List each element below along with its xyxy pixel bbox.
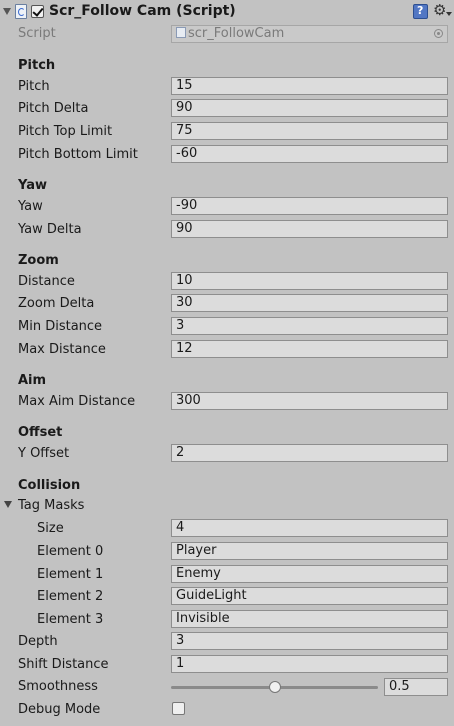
yaw-label: Yaw: [18, 199, 43, 214]
help-icon[interactable]: [413, 4, 428, 19]
component-header: Scr_Follow Cam (Script) ⚙: [0, 0, 454, 24]
zoom-delta-field[interactable]: 30: [171, 294, 448, 312]
max-aim-distance-label: Max Aim Distance: [18, 394, 136, 409]
script-field-value: scr_FollowCam: [188, 26, 285, 41]
element-3-field[interactable]: Invisible: [171, 610, 448, 628]
component-foldout-arrow[interactable]: [3, 8, 11, 15]
pitch-top-limit-label: Pitch Top Limit: [18, 124, 113, 139]
section-offset: Offset: [18, 425, 63, 440]
depth-field[interactable]: 3: [171, 632, 448, 650]
script-field[interactable]: scr_FollowCam: [171, 25, 448, 43]
element-2-field[interactable]: GuideLight: [171, 587, 448, 605]
component-enable-checkbox[interactable]: [31, 5, 44, 18]
y-offset-label: Y Offset: [18, 446, 70, 461]
smoothness-slider-thumb[interactable]: [268, 681, 281, 693]
script-asset-icon: [176, 27, 186, 38]
min-distance-label: Min Distance: [18, 319, 103, 334]
distance-field[interactable]: 10: [171, 272, 448, 290]
gear-icon[interactable]: ⚙: [433, 3, 446, 18]
element-1-label: Element 1: [37, 567, 104, 582]
pitch-top-limit-field[interactable]: 75: [171, 122, 448, 140]
pitch-delta-label: Pitch Delta: [18, 101, 89, 116]
distance-label: Distance: [18, 274, 75, 289]
yaw-field[interactable]: -90: [171, 197, 448, 215]
section-yaw: Yaw: [18, 178, 48, 193]
section-pitch: Pitch: [18, 58, 56, 73]
element-3-label: Element 3: [37, 612, 104, 627]
element-2-label: Element 2: [37, 589, 104, 604]
max-aim-distance-field[interactable]: 300: [171, 392, 448, 410]
yaw-delta-label: Yaw Delta: [18, 222, 82, 237]
pitch-bottom-limit-field[interactable]: -60: [171, 145, 448, 163]
pitch-field[interactable]: 15: [171, 77, 448, 95]
max-distance-label: Max Distance: [18, 342, 106, 357]
object-picker-icon[interactable]: [434, 29, 443, 38]
gear-dropdown-caret-icon[interactable]: [446, 12, 452, 16]
element-0-field[interactable]: Player: [171, 542, 448, 560]
min-distance-field[interactable]: 3: [171, 317, 448, 335]
pitch-label: Pitch: [18, 79, 50, 94]
section-aim: Aim: [18, 373, 47, 388]
tag-masks-foldout-arrow[interactable]: [4, 501, 12, 508]
zoom-delta-label: Zoom Delta: [18, 296, 95, 311]
smoothness-value-field[interactable]: 0.5: [384, 678, 448, 696]
y-offset-field[interactable]: 2: [171, 444, 448, 462]
max-distance-field[interactable]: 12: [171, 340, 448, 358]
shift-distance-label: Shift Distance: [18, 657, 109, 672]
yaw-delta-field[interactable]: 90: [171, 220, 448, 238]
script-icon: [15, 4, 27, 19]
tag-masks-size-label: Size: [37, 521, 64, 536]
element-1-field[interactable]: Enemy: [171, 565, 448, 583]
component-title: Scr_Follow Cam (Script): [49, 3, 236, 19]
pitch-delta-field[interactable]: 90: [171, 99, 448, 117]
script-label: Script: [18, 26, 56, 41]
shift-distance-field[interactable]: 1: [171, 655, 448, 673]
debug-mode-checkbox[interactable]: [172, 702, 185, 715]
depth-label: Depth: [18, 634, 58, 649]
tag-masks-size-field[interactable]: 4: [171, 519, 448, 537]
section-collision: Collision: [18, 478, 81, 493]
section-zoom: Zoom: [18, 253, 59, 268]
smoothness-label: Smoothness: [18, 679, 98, 694]
tag-masks-label[interactable]: Tag Masks: [18, 498, 84, 513]
element-0-label: Element 0: [37, 544, 104, 559]
debug-mode-label: Debug Mode: [18, 702, 101, 717]
pitch-bottom-limit-label: Pitch Bottom Limit: [18, 147, 138, 162]
